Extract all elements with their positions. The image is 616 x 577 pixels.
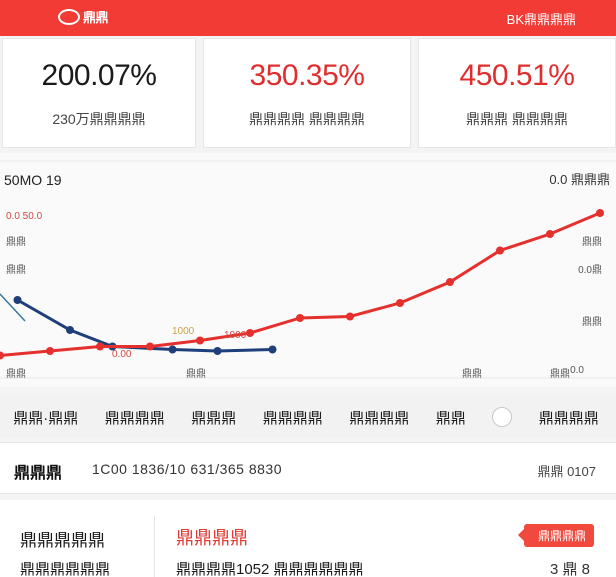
chart-annotation: 1000 <box>224 330 247 341</box>
status-badge[interactable]: 鼎鼎鼎鼎 <box>517 524 594 547</box>
stat-value: 350.35% <box>249 59 365 92</box>
data-point[interactable] <box>596 209 604 217</box>
data-point[interactable] <box>296 314 304 322</box>
series-line-0 <box>16 298 273 353</box>
y-tick-label: 鼎鼎 <box>6 369 26 380</box>
info-right-value[interactable]: 鼎鼎 0107 <box>537 461 596 480</box>
y-tick-label: 鼎鼎 <box>6 265 26 276</box>
x-tick-label: 鼎鼎 <box>186 369 206 380</box>
data-point[interactable] <box>346 312 354 321</box>
detail-title: 鼎鼎鼎鼎 <box>176 528 248 548</box>
stat-card-2[interactable]: 350.35% 鼎鼎鼎鼎 鼎鼎鼎鼎 <box>203 38 411 148</box>
data-point[interactable] <box>496 246 504 255</box>
detail-panel: 鼎鼎鼎鼎鼎 鼎鼎鼎鼎鼎鼎 鼎鼎鼎鼎 鼎鼎鼎鼎1052 鼎鼎鼎鼎鼎鼎 鼎鼎鼎鼎 3… <box>0 500 616 577</box>
y-tick-label-right: 0.0 <box>570 365 584 376</box>
data-point[interactable] <box>546 230 554 238</box>
line-chart <box>0 160 616 379</box>
y-tick-label: 鼎鼎 <box>6 237 26 248</box>
y-tick-label-right: 鼎鼎 <box>582 237 602 248</box>
top-bar: 鼎鼎 BK鼎鼎鼎鼎 <box>0 0 616 36</box>
divider <box>154 516 155 577</box>
stat-label: 鼎鼎鼎鼎 鼎鼎鼎鼎 <box>249 111 365 127</box>
app-logo[interactable]: 鼎鼎 <box>58 7 109 26</box>
data-point[interactable] <box>246 329 254 337</box>
logo-text: 鼎鼎 <box>83 10 109 25</box>
tab-2[interactable]: 鼎鼎鼎鼎 <box>105 407 165 428</box>
chart-title-right: 0.0 鼎鼎鼎 <box>549 172 610 187</box>
tab-7[interactable]: 鼎鼎鼎鼎 <box>539 407 599 428</box>
tab-6[interactable]: 鼎鼎 <box>436 407 466 428</box>
side-menu-item[interactable]: 鼎鼎鼎鼎鼎 <box>20 526 105 551</box>
category-tabs: 鼎鼎·鼎鼎 鼎鼎鼎鼎 鼎鼎鼎 鼎鼎鼎鼎 鼎鼎鼎鼎 鼎鼎 鼎鼎鼎鼎 <box>0 396 616 438</box>
side-menu-item[interactable]: 鼎鼎鼎鼎鼎鼎 <box>20 558 110 577</box>
chart-title-left: 50MO 19 <box>4 172 62 188</box>
y-tick-label-right: 0.0鼎 <box>578 265 602 276</box>
stat-label: 230万鼎鼎鼎鼎 <box>52 111 146 127</box>
tab-4[interactable]: 鼎鼎鼎鼎 <box>263 407 323 428</box>
data-point[interactable] <box>13 296 22 304</box>
data-point[interactable] <box>66 326 74 334</box>
stat-value: 200.07% <box>41 59 157 92</box>
data-point[interactable] <box>96 342 104 351</box>
detail-count: 3 鼎 8 <box>549 561 590 577</box>
data-point[interactable] <box>168 345 177 354</box>
tab-5[interactable]: 鼎鼎鼎鼎 <box>349 407 409 428</box>
info-value: 1C00 1836/10 631/365 8830 <box>92 461 282 477</box>
logo-ring-icon <box>58 8 80 25</box>
info-label: 鼎鼎鼎 <box>14 465 63 482</box>
detail-description: 鼎鼎鼎鼎1052 鼎鼎鼎鼎鼎鼎 <box>176 561 364 577</box>
data-point[interactable] <box>0 351 4 360</box>
y-tick-label-right: 鼎鼎 <box>582 317 602 328</box>
data-point[interactable] <box>146 342 154 351</box>
radio-toggle[interactable] <box>492 407 513 427</box>
tab-1[interactable]: 鼎鼎·鼎鼎 <box>13 407 78 428</box>
data-point[interactable] <box>196 336 204 345</box>
stat-value: 450.51% <box>459 59 575 92</box>
data-point[interactable] <box>396 299 404 307</box>
data-point[interactable] <box>446 278 454 286</box>
header-right-link[interactable]: BK鼎鼎鼎鼎 <box>507 9 576 28</box>
stat-card-1[interactable]: 200.07% 230万鼎鼎鼎鼎 <box>2 38 196 148</box>
data-point[interactable] <box>268 345 277 354</box>
x-tick-label: 鼎鼎 <box>462 369 482 380</box>
x-tick-label: 鼎鼎 <box>550 369 570 380</box>
chart-annotation: 0.00 <box>112 349 132 360</box>
tab-3[interactable]: 鼎鼎鼎 <box>191 407 236 428</box>
line-chart-panel: 50MO 19 0.0 鼎鼎鼎 0.0 50.0 鼎鼎 鼎鼎 鼎鼎 鼎鼎 0.0… <box>0 153 616 387</box>
chart-annotation: 1000 <box>172 326 195 337</box>
series-line-1 <box>0 211 601 357</box>
data-point[interactable] <box>213 347 222 355</box>
stat-label: 鼎鼎鼎 鼎鼎鼎鼎 <box>466 111 568 127</box>
data-point[interactable] <box>46 347 54 355</box>
series-line-2 <box>0 293 26 322</box>
stat-card-3[interactable]: 450.51% 鼎鼎鼎 鼎鼎鼎鼎 <box>418 38 616 148</box>
y-tick-label: 0.0 50.0 <box>6 211 43 222</box>
info-row: 鼎鼎鼎 1C00 1836/10 631/365 8830 鼎鼎 0107 <box>0 442 616 494</box>
